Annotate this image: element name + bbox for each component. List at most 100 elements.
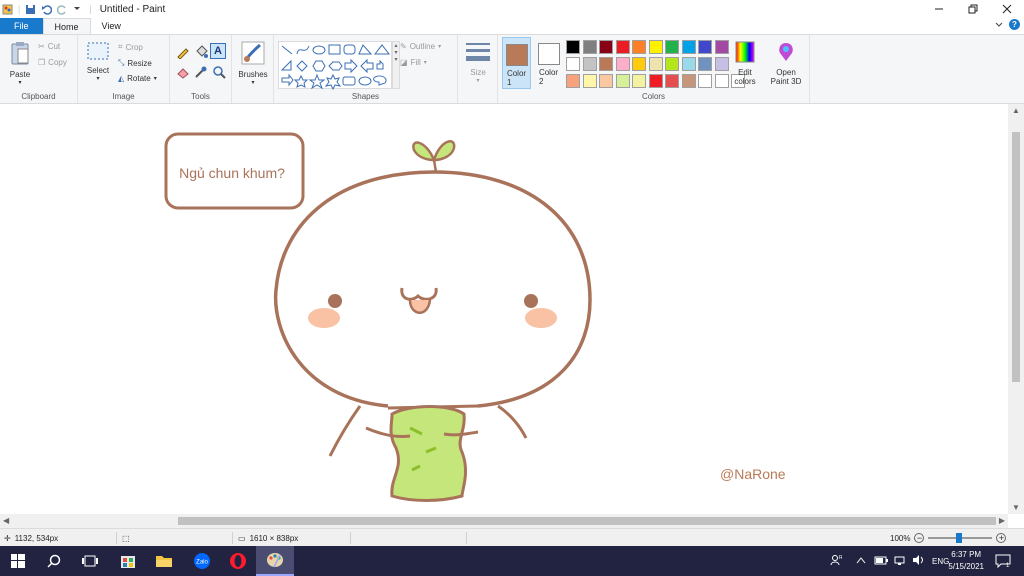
eraser-icon[interactable] [176,65,190,81]
shapes-gallery-scroll[interactable]: ▴ ▾ ▾ [392,41,400,89]
palette-swatch[interactable] [566,40,580,54]
color1-button[interactable]: Color 1 [502,37,531,89]
palette-swatch[interactable] [566,57,580,71]
taskbar-paint[interactable] [256,546,294,576]
task-view-button[interactable] [72,546,108,576]
palette-swatch[interactable] [615,40,630,54]
palette-swatch[interactable] [566,74,580,88]
palette-swatch[interactable] [599,57,613,71]
palette-swatch[interactable] [648,40,663,54]
chevron-down-icon: ▾ [96,76,100,82]
palette-swatch[interactable] [632,57,646,71]
scroll-right-icon[interactable]: ▶ [999,516,1005,525]
pencil-icon[interactable] [176,45,190,61]
drawing-canvas[interactable]: Ngủ chun khum? @NaRone [0,104,1008,514]
horizontal-scroll-thumb[interactable] [178,517,996,525]
color-picker-icon[interactable] [194,65,208,81]
clipboard-icon [10,41,30,67]
outline-button[interactable]: ✎ Outline ▾ [400,42,441,51]
save-icon[interactable] [25,4,36,15]
edit-colors-button[interactable]: Edit colors [730,37,760,86]
input-language[interactable]: ENG [932,557,949,566]
select-button[interactable]: Select ▾ [84,37,112,82]
palette-swatch[interactable] [632,74,646,88]
zoom-in-icon[interactable]: + [996,533,1007,543]
volume-icon[interactable] [912,555,924,567]
palette-swatch[interactable] [648,74,663,88]
palette-swatch[interactable] [599,74,613,88]
taskbar-file-explorer[interactable] [146,546,182,576]
scroll-up-icon[interactable]: ▲ [1012,106,1020,115]
palette-swatch[interactable] [665,74,679,88]
color2-button[interactable]: Color 2 [534,37,563,89]
brushes-button[interactable]: Brushes ▾ [235,37,271,86]
tab-home[interactable]: Home [42,18,91,34]
taskbar-opera[interactable] [220,546,256,576]
palette-swatch[interactable] [615,57,630,71]
show-hidden-icons-chevron-icon[interactable] [856,556,866,566]
palette-swatch[interactable] [698,57,712,71]
palette-swatch[interactable] [698,40,712,54]
crop-button[interactable]: ⌗ Crop [118,42,143,52]
magnifier-icon[interactable] [212,65,226,81]
minimize-button[interactable] [922,0,956,18]
collapse-ribbon-chevron-icon[interactable] [995,20,1003,30]
palette-swatch[interactable] [615,74,630,88]
copy-button[interactable]: ❐ Copy [38,58,67,67]
fill-button[interactable]: ◪ Fill ▾ [400,58,427,67]
svg-text:R: R [839,555,842,561]
palette-swatch[interactable] [665,57,679,71]
close-button[interactable] [990,0,1024,18]
palette-swatch[interactable] [681,57,696,71]
palette-swatch[interactable] [665,40,679,54]
zoom-slider-thumb[interactable] [956,533,963,543]
palette-swatch[interactable] [582,40,597,54]
shapes-gallery[interactable] [278,41,392,91]
taskbar-app-pinned-1[interactable] [110,546,146,576]
open-paint3d-button[interactable]: Open Paint 3D [766,37,806,86]
customize-qa-chevron-icon[interactable] [73,4,84,15]
vertical-scrollbar[interactable]: ▲ ▼ [1008,104,1024,514]
undo-icon[interactable] [41,4,53,15]
taskbar-clock[interactable]: 6:37 PM 5/15/2021 [948,549,984,573]
action-center-button[interactable]: 1 [988,546,1018,576]
search-button[interactable] [36,546,72,576]
battery-icon[interactable] [874,555,888,567]
taskbar-zalo[interactable]: Zalo [184,546,220,576]
tab-view[interactable]: View [91,18,132,34]
redo-icon[interactable] [57,4,68,15]
palette-swatch[interactable] [714,40,729,54]
scroll-left-icon[interactable]: ◀ [3,516,9,525]
brushes-label: Brushes [238,70,268,79]
horizontal-scrollbar[interactable]: ◀ ▶ [0,514,1008,528]
palette-swatch[interactable] [681,40,696,54]
text-tool-icon[interactable]: A [210,43,226,59]
tab-file[interactable]: File [0,18,43,34]
size-button[interactable]: Size ▾ [462,37,494,84]
resize-button[interactable]: ⤡ Resize [118,58,152,68]
rotate-button[interactable]: ◭ Rotate ▾ [118,74,157,83]
palette-swatch[interactable] [681,74,696,88]
palette-swatch[interactable] [582,74,597,88]
palette-swatch[interactable] [714,74,729,88]
zoom-out-icon[interactable]: − [914,533,925,543]
palette-swatch[interactable] [599,40,613,54]
fill-bucket-icon[interactable] [194,45,208,61]
cut-button[interactable]: ✂ Cut [38,42,60,51]
people-icon[interactable]: R [830,554,843,568]
palette-swatch[interactable] [582,57,597,71]
network-icon[interactable] [894,555,906,567]
scroll-down-icon[interactable]: ▼ [1012,503,1020,512]
artist-signature: @NaRone [720,466,786,482]
palette-swatch[interactable] [648,57,663,71]
restore-button[interactable] [956,0,990,18]
start-button[interactable] [0,546,36,576]
help-icon[interactable]: ? [1009,19,1020,30]
canvas-workspace[interactable]: Ngủ chun khum? @NaRone [0,104,1008,514]
vertical-scroll-thumb[interactable] [1012,132,1020,382]
palette-swatch[interactable] [714,57,729,71]
palette-swatch[interactable] [698,74,712,88]
palette-swatch[interactable] [632,40,646,54]
paste-button[interactable]: Paste ▾ [6,37,34,86]
zoom-slider[interactable] [928,533,993,543]
